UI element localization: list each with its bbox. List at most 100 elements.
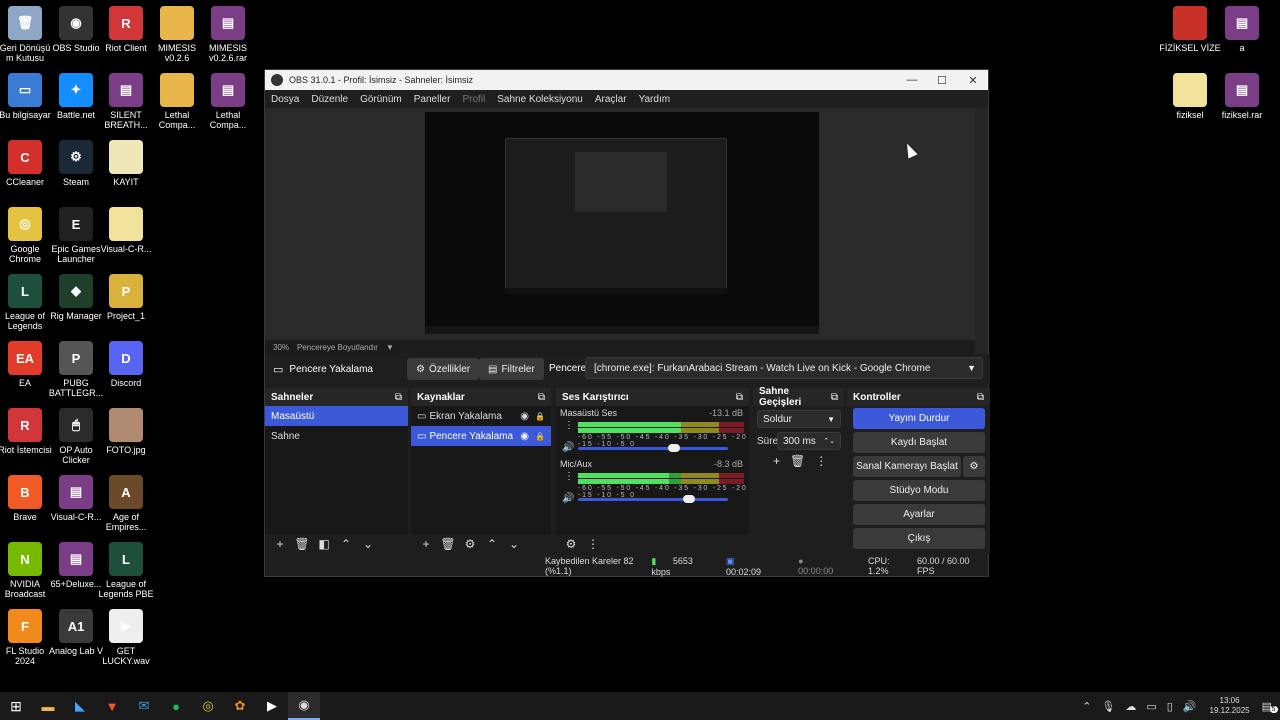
obs-icon: ◉ [298,697,310,712]
move-up-button[interactable]: ⌃ [481,537,503,551]
transitions-dock: Sahne Geçişleri ⧉ Soldur ▼ Süre 300 ms ⌃⌄… [753,386,844,554]
source-properties-button[interactable]: ⚙ [459,537,481,551]
volume-meter [578,479,744,484]
window-select[interactable]: [chrome.exe]: FurkanArabaci Stream - Wat… [585,357,983,379]
move-down-button[interactable]: ⌄ [357,537,379,551]
zoom-mode[interactable]: Pencereye Boyutlandır [297,343,378,352]
properties-button[interactable]: ⚙ Özellikler [407,358,480,380]
desktop-icon[interactable]: ▤ MIMESIS v0.2.6.rar [196,6,260,63]
desktop-icon[interactable]: FOTO.jpg [94,408,158,455]
add-source-button[interactable]: + [415,537,437,551]
remove-transition-button[interactable]: 🗑 [790,454,805,468]
channel-menu-button[interactable]: ⋮ [564,471,574,482]
notification-icon[interactable]: ▤ 5 [1262,700,1278,713]
menu-item[interactable]: Sahne Koleksiyonu [491,94,589,105]
channel-menu-button[interactable]: ⋮ [564,420,574,431]
sources-title: Kaynaklar [417,391,465,403]
desktop-icon[interactable]: P Project_1 [94,274,158,321]
slider-knob[interactable] [668,444,680,452]
menu-item[interactable]: Araçlar [589,94,633,105]
start-virtual-camera-button[interactable]: Sanal Kamerayı Başlat [853,456,961,477]
desktop-icon[interactable]: ▤ fiziksel.rar [1210,73,1274,120]
taskbar-fl-studio[interactable]: ✿ [224,692,256,720]
microphone-icon[interactable]: 🎙 [1101,700,1115,713]
mute-speaker-icon[interactable]: 🔊 [562,493,574,504]
minimize-button[interactable]: — [897,70,927,90]
status-bar: Kaybedilen Kareler 82 (%1.1) ▮ 5653 kbps… [265,556,988,577]
undock-icon[interactable]: ⧉ [736,392,743,403]
preview-scrollbar[interactable] [975,108,988,354]
desktop-icon[interactable]: ▤ a [1210,6,1274,53]
scene-filters-button[interactable]: ◧ [313,537,335,551]
stepper-icon[interactable]: ⌃⌄ [823,437,835,445]
exit-button[interactable]: Çıkış [853,528,985,549]
visibility-eye-icon[interactable]: ◉ [520,411,529,422]
stop-stream-button[interactable]: Yayını Durdur [853,408,985,429]
zoom-dropdown-icon[interactable]: ▼ [386,343,394,352]
maximize-button[interactable]: ☐ [927,70,957,90]
taskbar-chrome[interactable]: ◎ [192,692,224,720]
lock-icon[interactable]: 🔒 [535,412,545,421]
start-recording-button[interactable]: Kaydı Başlat [853,432,985,453]
network-icon[interactable]: ▭ [1146,700,1156,713]
chevron-up-icon[interactable]: ⌃ [1082,700,1091,713]
desktop-icon[interactable]: L League of Legends PBE [94,542,158,599]
clock[interactable]: 13:06 19.12.2025 [1210,696,1250,716]
add-scene-button[interactable]: + [269,537,291,551]
taskbar-app[interactable]: ◣ [64,692,96,720]
source-item[interactable]: ▭ Ekran Yakalama ◉ 🔒 [411,406,551,426]
lock-icon[interactable]: 🔒 [535,432,545,441]
undock-icon[interactable]: ⧉ [977,392,984,403]
start-button[interactable]: ⊞ [0,692,32,720]
volume-slider[interactable] [578,495,728,503]
battery-icon[interactable]: ▯ [1167,700,1173,713]
remove-scene-button[interactable]: 🗑 [291,537,313,551]
menu-item[interactable]: Düzenle [305,94,354,105]
undock-icon[interactable]: ⧉ [395,392,402,403]
settings-button[interactable]: Ayarlar [853,504,985,525]
system-tray: ⌃ 🎙 ☁ ▭ ▯ 🔊 13:06 19.12.2025 ▤ 5 [1077,692,1280,720]
volume-icon[interactable]: 🔊 [1183,700,1197,713]
desktop-icon[interactable]: D Discord [94,341,158,388]
filters-button[interactable]: ▤ Filtreler [479,358,544,380]
scene-item[interactable]: Masaüstü [265,406,408,426]
taskbar-explorer[interactable]: ▬ [32,692,64,720]
add-transition-button[interactable]: + [773,454,780,468]
transition-select[interactable]: Soldur ▼ [757,410,841,428]
move-down-button[interactable]: ⌄ [503,537,525,551]
slider-knob[interactable] [683,495,695,503]
desktop-icon[interactable]: ▤ Lethal Compa... [196,73,260,130]
remove-source-button[interactable]: 🗑 [437,537,459,551]
menu-item[interactable]: Yardım [633,94,677,105]
transition-menu-button[interactable]: ⋮ [815,454,827,468]
menu-item[interactable]: Görünüm [354,94,408,105]
taskbar-mail[interactable]: ✉ [128,692,160,720]
close-button[interactable]: ✕ [958,70,988,90]
menu-item[interactable]: Paneller [408,94,457,105]
taskbar-spotify[interactable]: ● [160,692,192,720]
preview-area[interactable] [265,108,975,340]
mute-speaker-icon[interactable]: 🔊 [562,442,574,453]
mixer-menu-button[interactable]: ⋮ [582,537,604,551]
move-up-button[interactable]: ⌃ [335,537,357,551]
virtual-camera-settings-gear-icon[interactable]: ⚙ [963,456,985,477]
visibility-eye-icon[interactable]: ◉ [520,431,529,442]
taskbar-media-player[interactable]: ▶ [256,692,288,720]
taskbar-brave[interactable]: ▼ [96,692,128,720]
duration-input[interactable]: 300 ms ⌃⌄ [777,432,841,450]
undock-icon[interactable]: ⧉ [831,392,838,403]
menu-item[interactable]: Profil [456,94,491,105]
menu-item[interactable]: Dosya [265,94,305,105]
cloud-icon[interactable]: ☁ [1125,700,1136,713]
undock-icon[interactable]: ⧉ [538,392,545,403]
desktop-icon[interactable]: A Age of Empires... [94,475,158,532]
taskbar-obs[interactable]: ◉ [288,692,320,720]
advanced-audio-button[interactable]: ⚙ [560,537,582,551]
desktop-icon[interactable]: ▶ GET LUCKY.wav [94,609,158,666]
scene-item[interactable]: Sahne [265,426,408,446]
volume-slider[interactable] [578,444,728,452]
desktop-icon[interactable]: Visual-C-R... [94,207,158,254]
studio-mode-button[interactable]: Stüdyo Modu [853,480,985,501]
desktop-icon[interactable]: KAYIT [94,140,158,187]
source-item[interactable]: ▭ Pencere Yakalama ◉ 🔒 [411,426,551,446]
